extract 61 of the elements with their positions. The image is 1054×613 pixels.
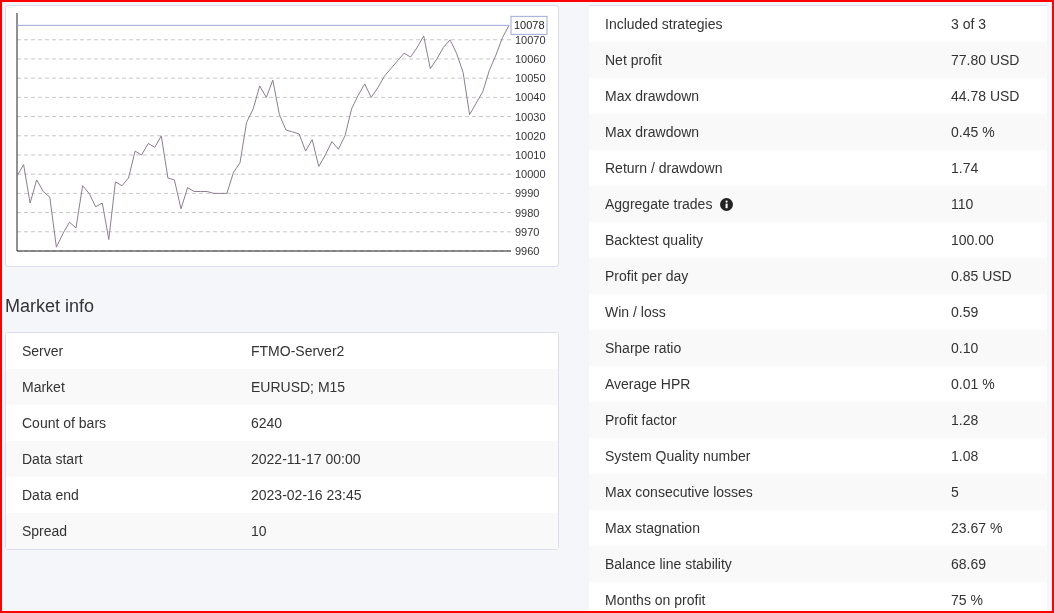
row-value: 1.08 [951, 446, 979, 466]
row-value: 77.80 USD [951, 50, 1020, 70]
row-label: Data start [21, 449, 84, 469]
row-label: Return / drawdown [605, 158, 723, 178]
row-value: 1.74 [951, 158, 979, 178]
value-label: 10078 [510, 15, 548, 35]
row-label: Months on profit [605, 590, 706, 610]
row-label: Win / loss [605, 302, 666, 322]
row-value: 23.67 % [951, 518, 1003, 538]
row-label: Count of bars [21, 413, 108, 433]
row-value: 1.28 [951, 410, 979, 430]
tick-label: 10010 [515, 149, 546, 161]
tick-label: 10030 [515, 110, 546, 123]
tick-label: 9990 [515, 187, 540, 200]
row-value: 44.78 USD [951, 86, 1020, 106]
row-value: 0.45 % [951, 122, 995, 142]
row-label: Profit per day [605, 266, 689, 286]
tick-label: 9960 [515, 245, 540, 257]
tick-label: 9980 [515, 206, 540, 219]
row-label: Data end [21, 485, 80, 505]
section-title: Market info [5, 295, 96, 318]
row-label: Aggregate trades [605, 194, 713, 214]
row-label: Max consecutive losses [605, 482, 753, 502]
row-label: Net profit [605, 50, 662, 70]
row-label: Backtest quality [605, 230, 704, 250]
row-label: Max drawdown [605, 122, 700, 142]
row-value: 6240 [251, 413, 283, 433]
row-value: 0.59 [951, 302, 979, 322]
row-value: 2023-02-16 23:45 [251, 485, 362, 505]
row-label: Profit factor [605, 410, 677, 430]
tick-label: 10040 [515, 91, 546, 104]
row-label: Balance line stability [605, 554, 732, 574]
row-value: 68.69 [951, 554, 987, 574]
tick-label: 10060 [515, 52, 546, 65]
row-value: EURUSD; M15 [251, 377, 346, 397]
row-label: Max drawdown [605, 86, 700, 106]
row-label: Spread [21, 521, 69, 541]
row-value: 0.85 USD [951, 266, 1012, 286]
row-label: Sharpe ratio [605, 338, 682, 358]
tick-label: 10020 [515, 129, 546, 142]
row-label: Server [21, 341, 65, 361]
row-label: System Quality number [605, 446, 751, 466]
row-value: 110 [951, 194, 974, 214]
info-icon[interactable] [720, 197, 734, 211]
row-value: 5 [951, 482, 959, 502]
tick-label: 10070 [515, 33, 546, 46]
row-label: Market [21, 377, 66, 397]
row-value: 10 [251, 521, 267, 541]
row-label: Included strategies [605, 14, 723, 34]
row-value: 0.10 [951, 338, 979, 358]
row-value: 0.01 % [951, 374, 995, 394]
tick-label: 10050 [515, 72, 546, 85]
tick-label: 9970 [515, 225, 540, 238]
row-value: 2022-11-17 00:00 [251, 449, 361, 469]
row-value: 3 of 3 [951, 14, 987, 34]
tick-label: 10000 [515, 168, 546, 181]
row-label: Average HPR [605, 374, 691, 394]
row-value: FTMO-Server2 [251, 341, 345, 361]
row-value: 100.00 [951, 230, 994, 250]
row-value: 75 % [951, 590, 983, 610]
row-label: Max stagnation [605, 518, 700, 538]
